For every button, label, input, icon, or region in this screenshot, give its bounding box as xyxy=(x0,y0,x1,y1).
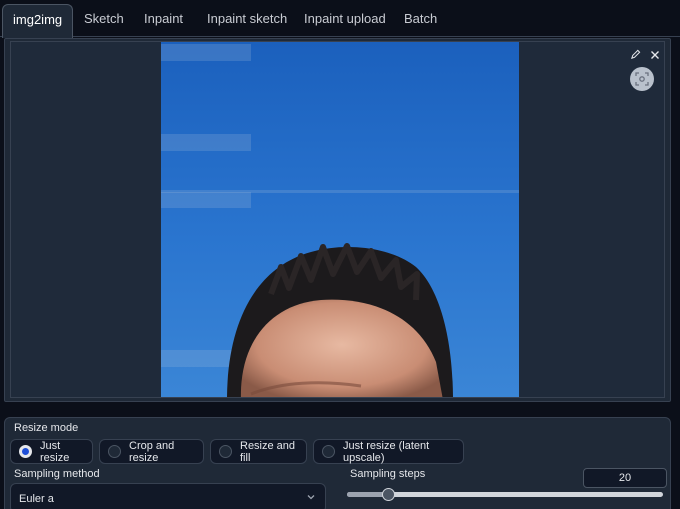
radio-label: Crop and resize xyxy=(129,439,175,464)
radio-crop-and-resize[interactable]: Crop and resize xyxy=(99,439,204,464)
tab-batch[interactable]: Batch xyxy=(404,4,437,37)
image-input-panel xyxy=(4,38,671,402)
radio-indicator xyxy=(322,445,335,458)
sampling-method-dropdown[interactable]: Euler a xyxy=(10,483,326,509)
tab-inpaint-upload[interactable]: Inpaint upload xyxy=(304,4,386,37)
camera-capture-icon[interactable] xyxy=(630,67,654,91)
pencil-icon[interactable] xyxy=(628,47,643,62)
radio-resize-and-fill[interactable]: Resize and fill xyxy=(210,439,307,464)
sampling-steps-input[interactable]: 20 xyxy=(583,468,667,488)
radio-indicator xyxy=(108,445,121,458)
head-silhouette xyxy=(227,243,453,397)
tab-inpaint-sketch[interactable]: Inpaint sketch xyxy=(207,4,287,37)
uploaded-image xyxy=(161,42,519,397)
chevron-down-icon xyxy=(307,495,315,500)
sampling-steps-label: Sampling steps xyxy=(350,468,426,480)
radio-indicator xyxy=(219,445,232,458)
generation-settings-panel: Resize mode Just resize Crop and resize … xyxy=(4,417,671,509)
slider-thumb[interactable] xyxy=(382,488,395,501)
tab-bar: img2img Sketch Inpaint Inpaint sketch In… xyxy=(0,0,680,38)
tab-inpaint[interactable]: Inpaint xyxy=(144,4,183,37)
tab-img2img[interactable]: img2img xyxy=(2,4,74,38)
radio-just-resize[interactable]: Just resize xyxy=(10,439,93,464)
radio-selected-indicator xyxy=(19,445,32,458)
image-canvas[interactable] xyxy=(10,41,665,398)
close-icon[interactable] xyxy=(647,47,662,62)
resize-mode-label: Resize mode xyxy=(14,422,79,434)
radio-label: Just resize xyxy=(40,439,70,464)
tab-sketch[interactable]: Sketch xyxy=(84,4,124,37)
radio-label: Resize and fill xyxy=(240,439,296,464)
sampling-method-label: Sampling method xyxy=(14,468,100,480)
sampling-steps-slider[interactable] xyxy=(347,488,663,501)
radio-just-resize-latent-upscale[interactable]: Just resize (latent upscale) xyxy=(313,439,464,464)
sampling-method-value: Euler a xyxy=(19,493,54,505)
radio-label: Just resize (latent upscale) xyxy=(343,439,430,464)
